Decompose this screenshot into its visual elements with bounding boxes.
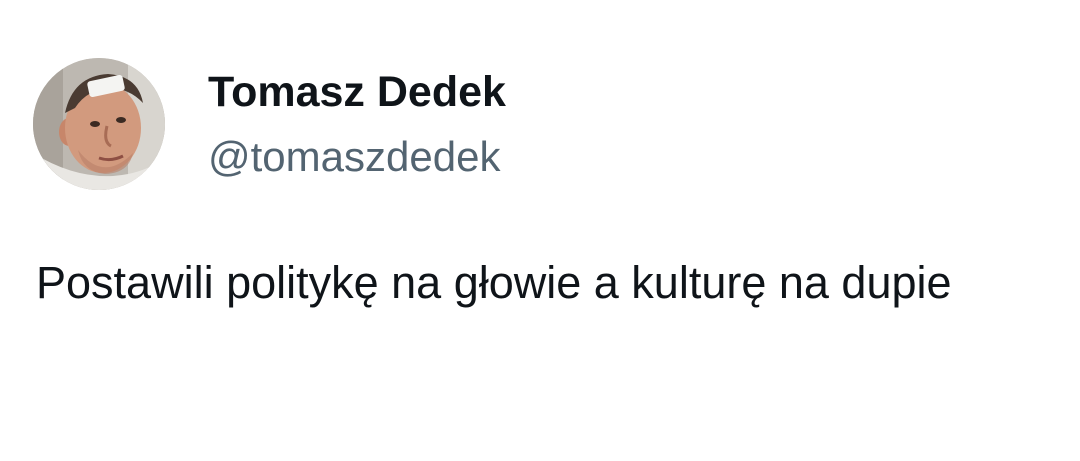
author-handle[interactable]: @tomaszdedek: [208, 133, 500, 180]
avatar[interactable]: [33, 58, 165, 190]
tweet-card: Tomasz Dedek @tomaszdedek Postawili poli…: [0, 0, 1080, 461]
author-display-name[interactable]: Tomasz Dedek: [208, 68, 506, 116]
tweet-text: Postawili politykę na głowie a kulturę n…: [36, 257, 952, 308]
avatar-photo-icon: [33, 58, 165, 190]
